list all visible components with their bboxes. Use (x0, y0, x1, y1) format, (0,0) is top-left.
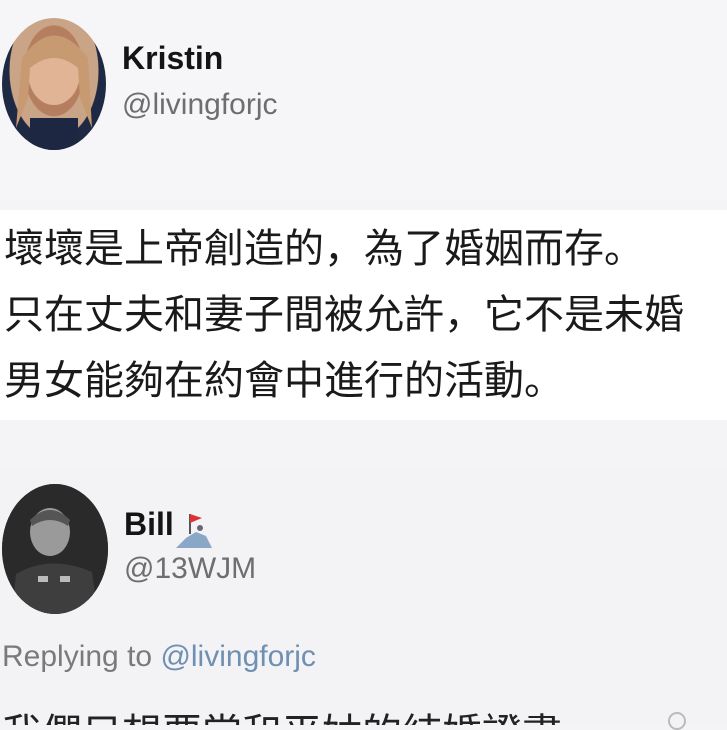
author-name[interactable]: Kristin (122, 40, 223, 77)
mention-link[interactable]: @livingforjc (160, 640, 316, 673)
tweet-text: 壞壞是上帝創造的，為了婚姻而存。 只在丈夫和妻子間被允許，它不是未婚 男女能夠在… (0, 210, 727, 420)
profile-photo-icon (16, 35, 92, 150)
reply-tweet (0, 470, 727, 725)
author-handle[interactable]: @13WJM (124, 552, 256, 586)
tweet-line: 只在丈夫和妻子間被允許，它不是未婚 (4, 292, 684, 338)
flag-badge-icon (172, 510, 216, 550)
profile-photo-icon (2, 484, 108, 614)
reply-text: 我們只想要當和平姑的結婚證書 (2, 702, 562, 725)
reply-line: 我們只想要當和平姑的結婚證書 (2, 710, 562, 725)
author-name[interactable]: Bill (124, 506, 174, 543)
original-tweet-header (0, 0, 727, 200)
loading-icon (668, 712, 686, 730)
replying-to: Replying to @livingforjc (2, 640, 316, 674)
tweet-line: 男女能夠在約會中進行的活動。 (4, 358, 564, 404)
author-handle[interactable]: @livingforjc (122, 88, 278, 122)
divider (0, 420, 727, 470)
replying-prefix: Replying to (2, 640, 161, 673)
avatar[interactable] (2, 484, 108, 614)
tweet-line: 壞壞是上帝創造的，為了婚姻而存。 (4, 226, 644, 272)
avatar[interactable] (2, 18, 106, 150)
